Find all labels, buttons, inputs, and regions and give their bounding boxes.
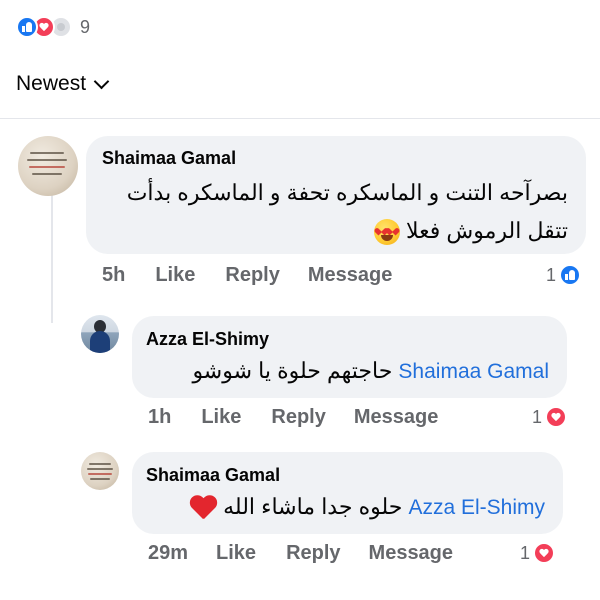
comment-reaction-count[interactable]: 1: [520, 542, 556, 564]
red-heart-emoji-icon: [189, 495, 217, 521]
comment-bubble: Azza El-Shimy Shaimaa Gamal حاجتهم حلوة …: [132, 316, 567, 398]
comment-text-line2-words: تتقل الرموش فعلا: [406, 218, 568, 243]
reactions-count: 9: [80, 16, 91, 37]
like-button[interactable]: Like: [155, 264, 195, 287]
reply-button[interactable]: Reply: [271, 406, 325, 429]
comment-sort-dropdown[interactable]: Newest: [16, 72, 110, 96]
heart-eyes-emoji-icon: [373, 219, 400, 246]
comment-text-words: حلوه جدا ماشاء الله: [223, 494, 403, 519]
comment-text: Shaimaa Gamal حاجتهم حلوة يا شوشو: [192, 354, 549, 389]
reaction-count-number: 1: [532, 406, 543, 427]
comment-reaction-count[interactable]: 1: [546, 264, 582, 286]
sort-label: Newest: [16, 72, 87, 95]
comment-actions: 29m Like Reply Message: [148, 542, 453, 565]
like-button[interactable]: Like: [216, 542, 256, 565]
comment-author[interactable]: Shaimaa Gamal: [102, 148, 236, 169]
comment-actions: 5h Like Reply Message: [102, 264, 392, 287]
comment-text-words: حاجتهم حلوة يا شوشو: [192, 358, 393, 383]
comment-bubble: Shaimaa Gamal بصرآحه التنت و الماسكره تح…: [86, 136, 586, 254]
message-button[interactable]: Message: [354, 406, 439, 429]
comment-bubble: Shaimaa Gamal Azza El-Shimy حلوه جدا ماش…: [132, 452, 563, 534]
mention-link[interactable]: Shaimaa Gamal: [398, 360, 549, 383]
avatar[interactable]: [81, 452, 119, 490]
reaction-count-number: 1: [546, 264, 557, 285]
comment-timestamp[interactable]: 5h: [102, 264, 125, 287]
avatar[interactable]: [18, 136, 78, 196]
avatar[interactable]: [81, 315, 119, 353]
reactions-summary[interactable]: 9: [16, 14, 90, 40]
reaction-count-number: 1: [520, 542, 531, 563]
comment-text: بصرآحه التنت و الماسكره تحفة و الماسكره …: [126, 180, 568, 205]
message-button[interactable]: Message: [369, 542, 454, 565]
comment-text: Azza El-Shimy حلوه جدا ماشاء الله: [189, 490, 545, 525]
love-reaction-icon: [545, 406, 568, 428]
comment-reaction-count[interactable]: 1: [532, 406, 568, 428]
comment-timestamp[interactable]: 29m: [148, 542, 188, 565]
comment-author[interactable]: Azza El-Shimy: [146, 329, 269, 350]
comment-text-line2: تتقل الرموش فعلا: [373, 214, 568, 248]
reply-button[interactable]: Reply: [225, 264, 279, 287]
reply-button[interactable]: Reply: [286, 542, 340, 565]
thread-line: [51, 188, 53, 323]
message-button[interactable]: Message: [308, 264, 393, 287]
comment-timestamp[interactable]: 1h: [148, 406, 171, 429]
comment-author[interactable]: Shaimaa Gamal: [146, 465, 280, 486]
like-reaction-icon: [559, 264, 582, 286]
love-reaction-icon: [533, 542, 556, 564]
like-button[interactable]: Like: [201, 406, 241, 429]
like-reaction-icon: [16, 16, 38, 38]
comment-actions: 1h Like Reply Message: [148, 406, 438, 429]
chevron-down-icon: [93, 73, 110, 89]
divider: [0, 118, 600, 119]
mention-link[interactable]: Azza El-Shimy: [408, 496, 545, 519]
